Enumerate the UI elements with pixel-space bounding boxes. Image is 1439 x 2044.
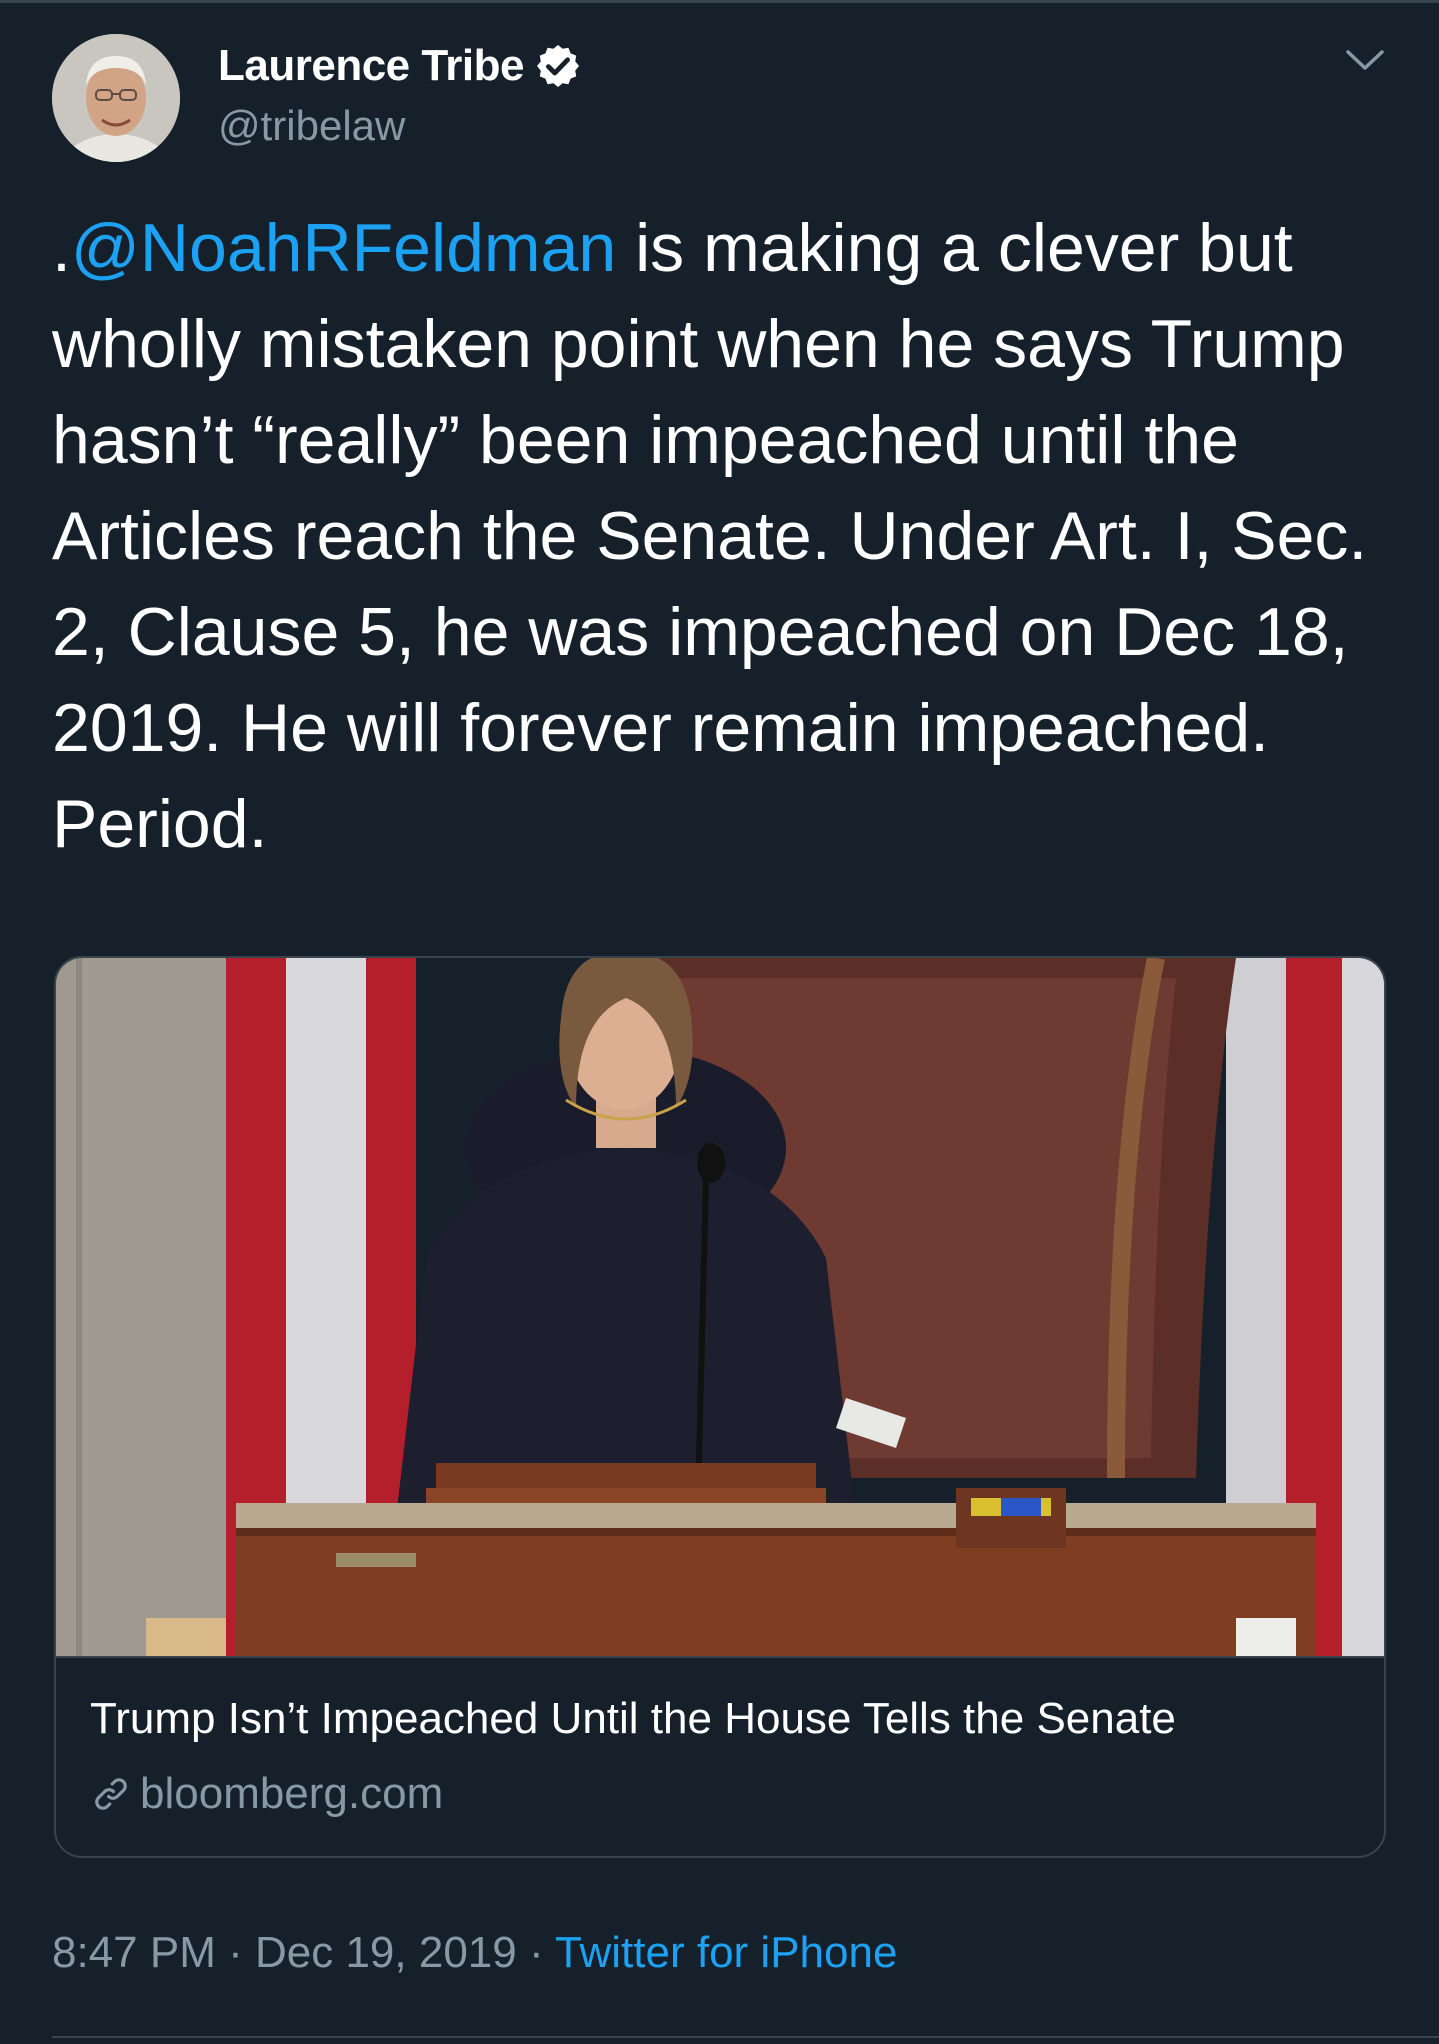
author-name-row[interactable]: Laurence Tribe <box>218 38 582 94</box>
tweet-date[interactable]: Dec 19, 2019 <box>255 1928 517 1977</box>
tweet-time[interactable]: 8:47 PM <box>52 1928 216 1977</box>
chevron-down-icon[interactable] <box>1344 46 1386 74</box>
author-name[interactable]: Laurence Tribe <box>218 41 525 91</box>
author-handle[interactable]: @tribelaw <box>218 102 405 150</box>
card-source[interactable]: bloomberg.com <box>90 1764 443 1824</box>
top-divider <box>0 0 1439 3</box>
avatar[interactable] <box>52 34 180 162</box>
tweet-meta: 8:47 PM · Dec 19, 2019 · Twitter for iPh… <box>52 1928 897 1978</box>
tweet-prefix: . <box>52 210 71 286</box>
card-image[interactable] <box>56 958 1384 1656</box>
mention-link[interactable]: @NoahRFeldman <box>71 210 616 286</box>
link-card[interactable]: Trump Isn’t Impeached Until the House Te… <box>54 956 1386 1858</box>
tweet-body: is making a clever but wholly mistaken p… <box>52 210 1368 862</box>
bottom-divider <box>52 2036 1439 2038</box>
avatar-image <box>52 34 180 162</box>
meta-separator: · <box>215 1928 255 1977</box>
tweet-client-link[interactable]: Twitter for iPhone <box>555 1928 897 1977</box>
tweet-text: .@NoahRFeldman is making a clever but wh… <box>52 200 1402 872</box>
link-icon <box>95 1778 127 1810</box>
card-divider <box>56 1656 1384 1658</box>
meta-separator: · <box>516 1928 556 1977</box>
verified-badge-icon <box>537 45 580 87</box>
card-domain: bloomberg.com <box>140 1769 444 1818</box>
card-title[interactable]: Trump Isn’t Impeached Until the House Te… <box>90 1694 1176 1744</box>
